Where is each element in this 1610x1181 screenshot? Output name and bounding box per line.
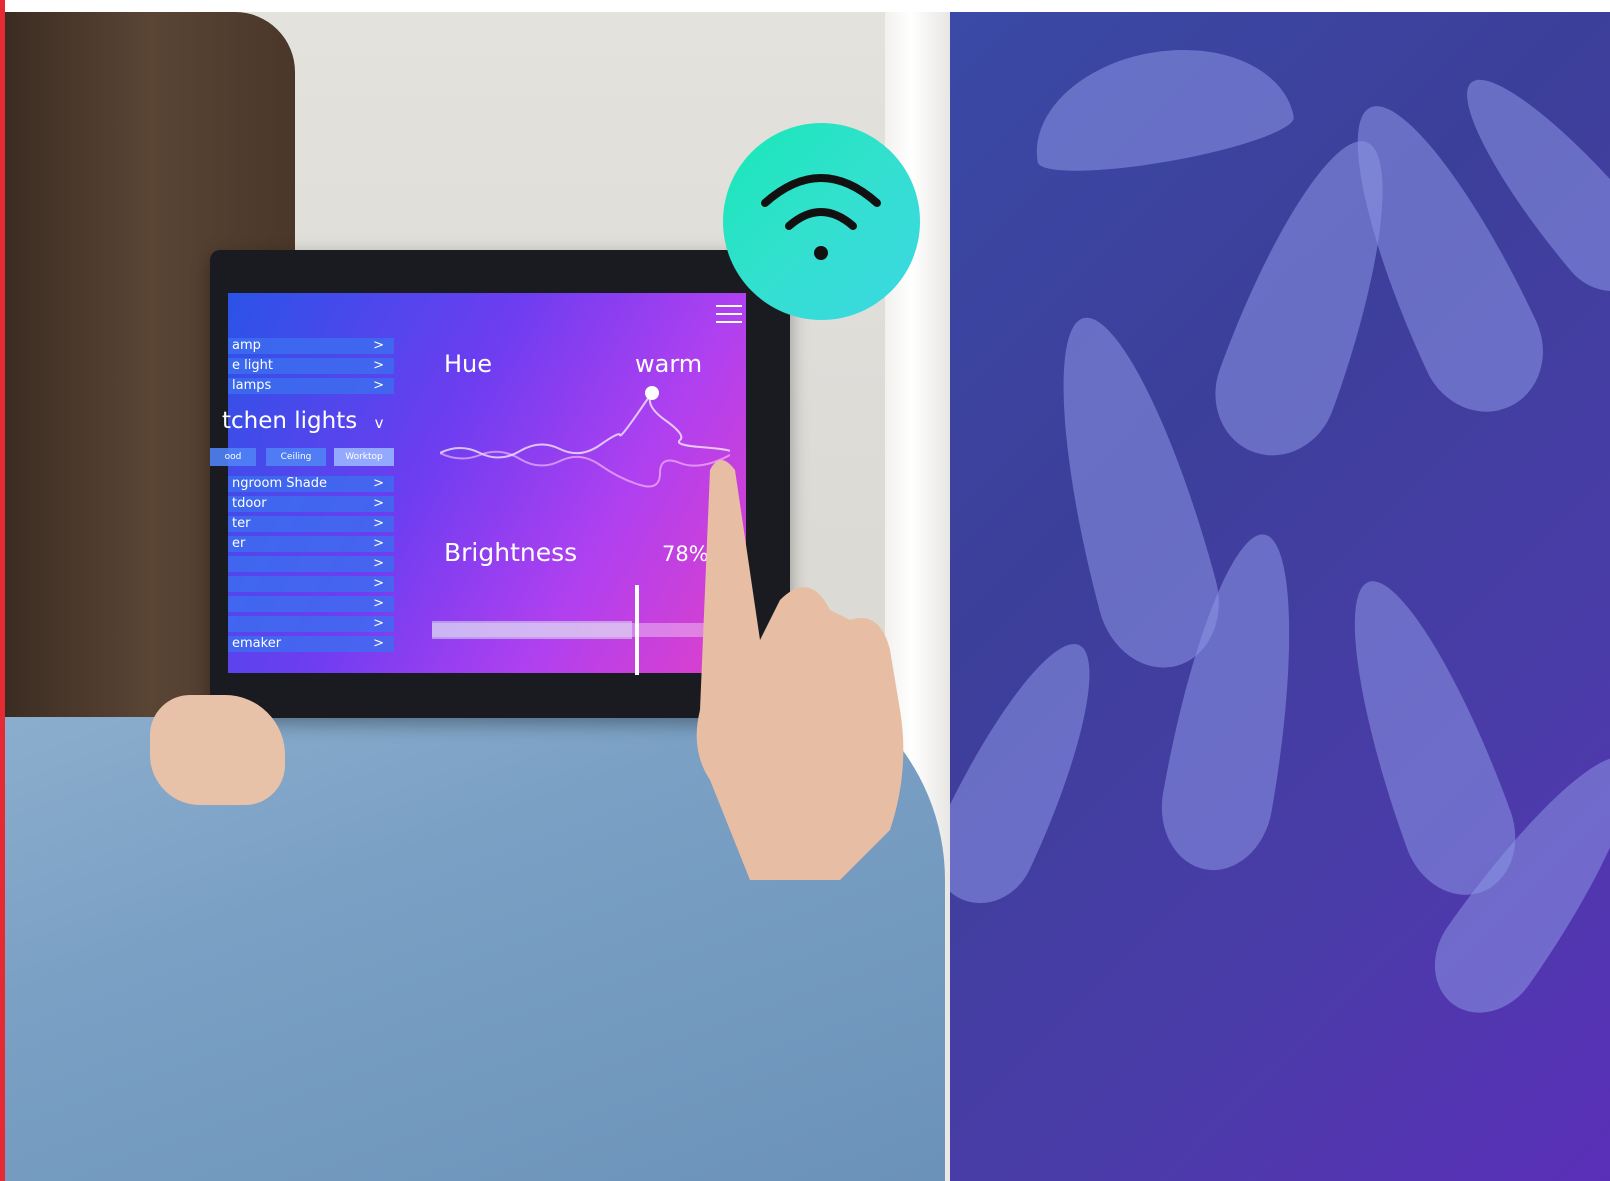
list-item-label: amp <box>232 338 261 353</box>
brightness-waveform[interactable] <box>432 585 722 675</box>
brightness-label: Brightness <box>444 538 578 567</box>
chevron-right-icon: > <box>373 616 384 631</box>
list-item[interactable]: ter > <box>228 516 394 532</box>
wifi-badge <box>723 123 920 320</box>
plant-background <box>915 12 1610 1181</box>
list-item[interactable]: tdoor > <box>228 496 394 512</box>
chevron-right-icon: > <box>373 496 384 511</box>
chevron-right-icon: > <box>373 636 384 651</box>
list-item[interactable]: er > <box>228 536 394 552</box>
chevron-right-icon: > <box>373 596 384 611</box>
list-item[interactable]: > <box>228 596 394 612</box>
left-hand <box>150 695 285 805</box>
section-header[interactable]: tchen lights v <box>222 408 383 434</box>
list-item[interactable]: > <box>228 556 394 572</box>
chevron-right-icon: > <box>373 516 384 531</box>
chevron-down-icon: v <box>374 414 384 432</box>
list-item[interactable]: emaker > <box>228 636 394 652</box>
list-item[interactable]: > <box>228 616 394 632</box>
hue-waveform[interactable] <box>440 385 730 505</box>
photo-scene: amp > e light > lamps > tchen lights v o… <box>0 0 1610 1181</box>
list-item[interactable]: ngroom Shade > <box>228 476 394 492</box>
hue-value: warm <box>635 350 703 378</box>
chevron-right-icon: > <box>373 338 384 353</box>
list-item-label: er <box>232 536 246 551</box>
tab-worktop[interactable]: Worktop <box>334 448 394 466</box>
chevron-right-icon: > <box>373 476 384 491</box>
list-item[interactable]: lamps > <box>228 378 394 394</box>
chevron-right-icon: > <box>373 556 384 571</box>
chevron-right-icon: > <box>373 378 384 393</box>
hue-label: Hue <box>444 350 493 378</box>
hue-slider-handle[interactable] <box>645 386 659 400</box>
room-list-top: amp > e light > lamps > <box>228 338 394 398</box>
wifi-icon <box>761 174 881 260</box>
list-item[interactable]: e light > <box>228 358 394 374</box>
list-item-label: ter <box>232 516 251 531</box>
pointing-hand <box>696 460 904 880</box>
chevron-right-icon: > <box>373 576 384 591</box>
list-item-label: lamps <box>232 378 272 393</box>
list-item[interactable]: > <box>228 576 394 592</box>
list-item-label: ngroom Shade <box>232 476 327 491</box>
list-item-label: tdoor <box>232 496 267 511</box>
chevron-right-icon: > <box>373 358 384 373</box>
room-list-bottom: ngroom Shade > tdoor > ter > er > > > > > em… <box>228 476 394 656</box>
tab-ood[interactable]: ood <box>210 448 256 466</box>
section-title: tchen lights <box>222 408 358 434</box>
list-item-label: e light <box>232 358 273 373</box>
light-group-tabs: ood Ceiling Worktop <box>210 448 394 466</box>
chevron-right-icon: > <box>373 536 384 551</box>
list-item-label: emaker <box>232 636 282 651</box>
list-item[interactable]: amp > <box>228 338 394 354</box>
tab-ceiling[interactable]: Ceiling <box>266 448 326 466</box>
